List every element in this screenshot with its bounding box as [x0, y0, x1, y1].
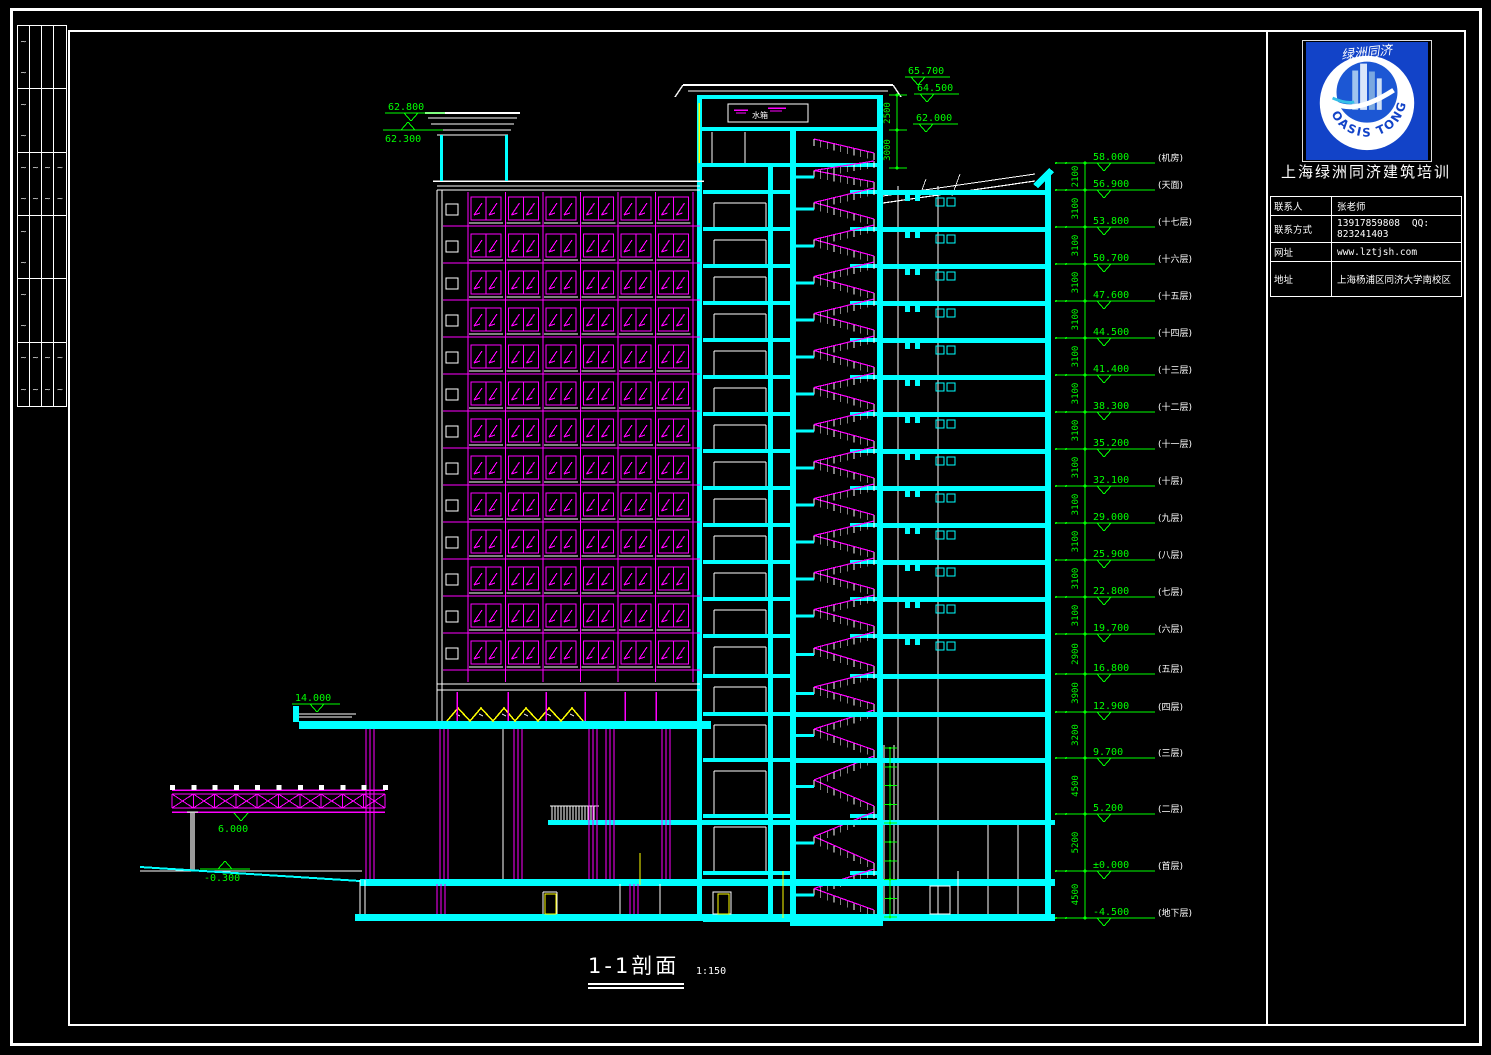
- revision-row: ~~: [18, 216, 66, 279]
- revision-cell: ~~: [42, 153, 54, 215]
- table-row: 网址 www.lztjsh.com: [1271, 243, 1461, 262]
- qq-number: 823241403: [1337, 229, 1388, 240]
- address-value: 上海杨浦区同济大学南校区: [1332, 270, 1461, 288]
- revision-strip: ~~~~~~~~~~~~~~~~~~~~~~~~: [17, 25, 67, 407]
- revision-cell: ~~: [18, 26, 30, 88]
- revision-row: ~~~~~~~~: [18, 343, 66, 406]
- revision-cell: ~~: [54, 153, 66, 215]
- phone-value: 13917859808 QQ: 823241403: [1332, 216, 1461, 242]
- drawing-title-text: 1-1剖面: [588, 950, 684, 980]
- revision-cell: [54, 89, 66, 151]
- company-name: 上海绿洲同济建筑培训: [1270, 161, 1462, 182]
- drawing-scale: 1:150: [696, 966, 726, 977]
- phone-number: 13917859808: [1337, 218, 1400, 229]
- revision-cell: [42, 26, 54, 88]
- revision-cell: [42, 279, 54, 341]
- phone-label: 联系方式: [1271, 216, 1332, 242]
- revision-cell: [30, 89, 42, 151]
- revision-cell: ~~: [42, 343, 54, 406]
- revision-cell: ~~: [54, 343, 66, 406]
- revision-cell: ~~: [18, 279, 30, 341]
- table-row: 联系方式 13917859808 QQ: 823241403: [1271, 216, 1461, 243]
- company-logo: OASIS TONGJI 绿洲同济: [1302, 40, 1432, 162]
- address-label: 地址: [1271, 262, 1332, 296]
- cad-application-canvas: { "colors":{"cyan":"#00ffff","magenta":"…: [0, 0, 1491, 1055]
- contact-table: 联系人 张老师 联系方式 13917859808 QQ: 823241403 网址…: [1270, 196, 1462, 297]
- title-underline: [588, 983, 684, 985]
- revision-cell: [54, 216, 66, 278]
- revision-cell: [30, 279, 42, 341]
- revision-cell: ~~: [18, 153, 30, 215]
- revision-row: ~~~~~~~~: [18, 153, 66, 216]
- table-row: 联系人 张老师: [1271, 197, 1461, 216]
- revision-cell: ~~: [18, 89, 30, 151]
- revision-cell: [42, 216, 54, 278]
- revision-cell: ~~: [18, 216, 30, 278]
- revision-row: ~~: [18, 26, 66, 89]
- title-underline: [588, 987, 684, 989]
- revision-cell: [54, 279, 66, 341]
- sheet-inner-border: [68, 30, 1466, 1026]
- revision-row: ~~: [18, 279, 66, 342]
- revision-cell: ~~: [30, 153, 42, 215]
- website-value: www.lztjsh.com: [1332, 245, 1461, 260]
- qq-label: QQ:: [1412, 218, 1429, 229]
- contact-value: 张老师: [1332, 197, 1461, 215]
- logo-graphic: OASIS TONGJI 绿洲同济: [1303, 41, 1431, 161]
- contact-label: 联系人: [1271, 197, 1332, 215]
- title-block-divider: [1266, 30, 1268, 1024]
- revision-cell: [30, 26, 42, 88]
- table-row: 地址 上海杨浦区同济大学南校区: [1271, 262, 1461, 296]
- drawing-title: 1-1剖面 1:150: [588, 950, 684, 989]
- revision-cell: [54, 26, 66, 88]
- revision-cell: ~~: [18, 343, 30, 406]
- revision-cell: [42, 89, 54, 151]
- revision-cell: [30, 216, 42, 278]
- website-label: 网址: [1271, 243, 1332, 261]
- revision-cell: ~~: [30, 343, 42, 406]
- revision-row: ~~: [18, 89, 66, 152]
